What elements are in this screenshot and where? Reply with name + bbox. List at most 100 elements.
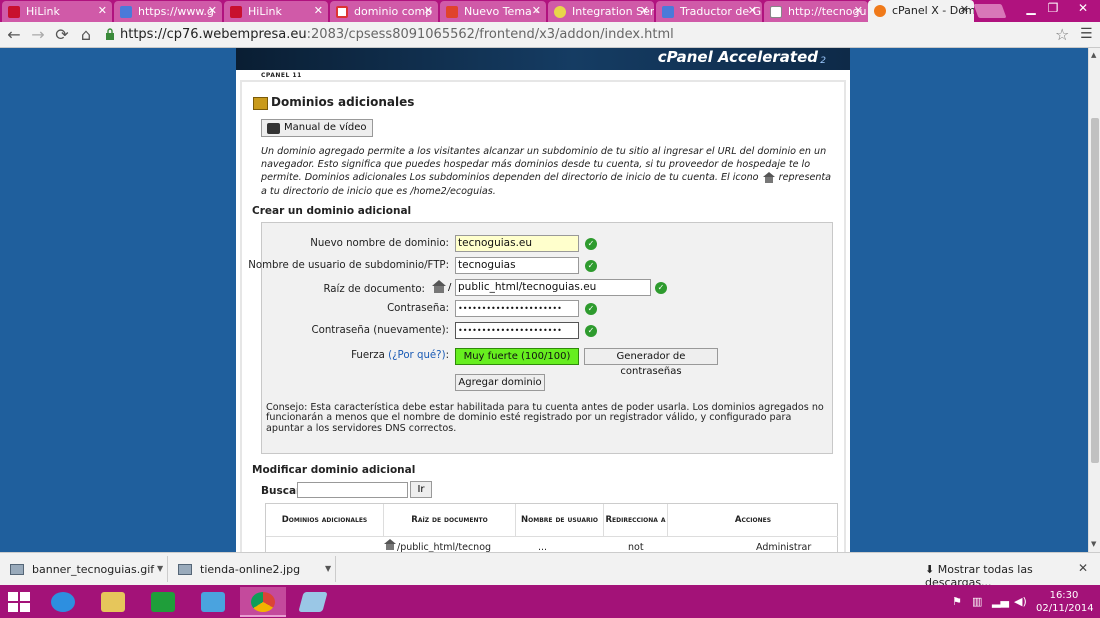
cpanel-page: cPanel Accelerated 2 CPANEL 11 Dominios …: [236, 48, 850, 552]
scroll-thumb[interactable]: [1091, 118, 1099, 463]
url-host: https://cp76.webempresa.eu: [120, 27, 307, 42]
close-icon[interactable]: ✕: [98, 4, 107, 17]
forward-icon[interactable]: →: [28, 25, 48, 45]
google-icon: [120, 6, 132, 18]
intro-text: Un dominio agregado permite a los visita…: [261, 145, 836, 198]
wifi-icon[interactable]: ▂▄: [992, 595, 1009, 608]
close-icon[interactable]: ✕: [532, 4, 541, 17]
manage-link[interactable]: Administrar: [756, 542, 811, 552]
tab-hilink-1[interactable]: HiLink ✕: [2, 1, 112, 22]
tab-tecnoguias[interactable]: http://tecnogu ✕: [764, 1, 868, 22]
close-icon[interactable]: ✕: [640, 4, 649, 17]
check-icon: ✓: [585, 303, 597, 315]
app-icon[interactable]: [290, 587, 336, 617]
check-icon: ✓: [585, 260, 597, 272]
video-manual-button[interactable]: Manual de vídeo: [261, 119, 373, 137]
close-icon[interactable]: ✕: [748, 4, 757, 17]
scroll-up-icon[interactable]: ▲: [1091, 51, 1096, 59]
username-input[interactable]: tecnoguias: [455, 257, 579, 274]
chrome-icon[interactable]: [240, 587, 286, 617]
banner-sub: 2: [820, 56, 826, 66]
windows-start-icon[interactable]: [8, 592, 30, 612]
close-icon[interactable]: ✕: [424, 4, 433, 17]
username-label: Nombre de usuario de subdominio/FTP:: [248, 260, 449, 271]
remote-desktop-icon[interactable]: [190, 587, 236, 617]
clock-time: 16:30: [1049, 590, 1079, 601]
tab-cpanel[interactable]: cPanel X - Dom ✕: [868, 0, 974, 22]
scroll-down-icon[interactable]: ▼: [1091, 540, 1096, 548]
gmail-icon: [336, 6, 348, 18]
page-scrollbar[interactable]: ▲ ▼: [1088, 48, 1100, 552]
close-icon[interactable]: ✕: [960, 3, 969, 16]
flag-icon[interactable]: ⚑: [952, 595, 962, 608]
column-header: Nombre de usuario: [516, 504, 604, 536]
reload-icon[interactable]: ⟳: [52, 25, 72, 45]
video-button-label: Manual de vídeo: [284, 122, 367, 133]
password-input[interactable]: ••••••••••••••••••••••: [455, 300, 579, 317]
column-header: Redirecciona a: [604, 504, 668, 536]
docroot-input[interactable]: public_html/tecnoguias.eu: [455, 279, 651, 296]
image-file-icon: [10, 564, 24, 575]
tab-nuevo-tema[interactable]: Nuevo Tema - ✕: [440, 1, 546, 22]
cpanel-icon: [874, 5, 886, 17]
close-icon[interactable]: ✕: [854, 4, 863, 17]
tab-label: Nuevo Tema -: [464, 5, 540, 18]
page-title: Dominios adicionales: [271, 95, 415, 109]
check-icon: ✓: [585, 238, 597, 250]
tab-integration[interactable]: Integration Ser ✕: [548, 1, 654, 22]
tab-label: HiLink: [248, 5, 282, 18]
tab-google[interactable]: https://www.g ✕: [114, 1, 222, 22]
url-path: :2083/cpsess8091065562/frontend/x3/addon…: [306, 27, 674, 42]
bookmark-star-icon[interactable]: ☆: [1055, 25, 1069, 44]
close-window-icon[interactable]: ✕: [1068, 1, 1098, 15]
search-input[interactable]: [297, 482, 408, 498]
cpanel-banner: cPanel Accelerated 2: [236, 48, 850, 70]
row-docroot: /public_html/tecnog: [397, 542, 492, 552]
domain-input[interactable]: tecnoguias.eu: [455, 235, 579, 252]
maximize-icon[interactable]: ❐: [1040, 1, 1066, 15]
close-icon[interactable]: ✕: [314, 4, 323, 17]
address-bar[interactable]: https://cp76.webempresa.eu:2083/cpsess80…: [120, 27, 674, 42]
tab-hilink-2[interactable]: HiLink ✕: [224, 1, 328, 22]
tab-label: https://www.g: [138, 5, 214, 18]
gear-icon: [554, 6, 566, 18]
network-icon[interactable]: ▥: [972, 595, 982, 608]
close-icon[interactable]: ✕: [1078, 561, 1088, 575]
intro-text-part1: Un dominio agregado permite a los visita…: [261, 146, 827, 184]
check-icon: ✓: [655, 282, 667, 294]
menu-icon[interactable]: ☰: [1080, 26, 1093, 42]
tab-gmail[interactable]: dominio comp ✕: [330, 1, 438, 22]
add-domain-button[interactable]: Agregar dominio: [455, 374, 545, 391]
create-domain-form: Nuevo nombre de dominio: tecnoguias.eu ✓…: [248, 222, 833, 454]
docroot-prefix: /: [448, 282, 452, 293]
chevron-down-icon[interactable]: ▼: [157, 564, 163, 573]
tab-traductor[interactable]: Traductor de G ✕: [656, 1, 762, 22]
lock-icon: [106, 28, 114, 40]
home-icon[interactable]: ⌂: [76, 25, 96, 45]
file-explorer-icon[interactable]: [90, 587, 136, 617]
volume-icon[interactable]: ◀): [1014, 595, 1027, 608]
home-directory-icon: [762, 172, 775, 184]
close-icon[interactable]: ✕: [208, 4, 217, 17]
internet-explorer-icon[interactable]: [40, 587, 86, 617]
why-link[interactable]: (¿Por qué?): [388, 350, 445, 361]
tab-strip: HiLink ✕ https://www.g ✕ HiLink ✕ domini…: [0, 0, 1100, 22]
search-go-button[interactable]: Ir: [410, 481, 432, 498]
download-item[interactable]: banner_tecnoguias.gif ▼: [0, 556, 168, 582]
store-icon[interactable]: [140, 587, 186, 617]
new-tab-button[interactable]: [973, 4, 1007, 18]
tip-text: Consejo: Esta característica debe estar …: [266, 402, 824, 434]
password-generator-button[interactable]: Generador de contraseñas: [584, 348, 718, 377]
download-filename: banner_tecnoguias.gif: [32, 563, 155, 576]
page-icon: [770, 6, 782, 18]
password-strength-meter: Muy fuerte (100/100): [455, 348, 579, 365]
tab-label: dominio comp: [354, 5, 433, 18]
download-item[interactable]: tienda-online2.jpg ▼: [168, 556, 336, 582]
chevron-down-icon[interactable]: ▼: [325, 564, 331, 573]
password-confirm-input[interactable]: ••••••••••••••••••••••: [455, 322, 579, 339]
back-icon[interactable]: ←: [4, 25, 24, 45]
column-header: Dominios adicionales: [266, 504, 384, 536]
header-divider: [266, 536, 838, 537]
system-clock[interactable]: 16:30 02/11/2014: [1036, 589, 1094, 615]
translate-icon: [662, 6, 674, 18]
